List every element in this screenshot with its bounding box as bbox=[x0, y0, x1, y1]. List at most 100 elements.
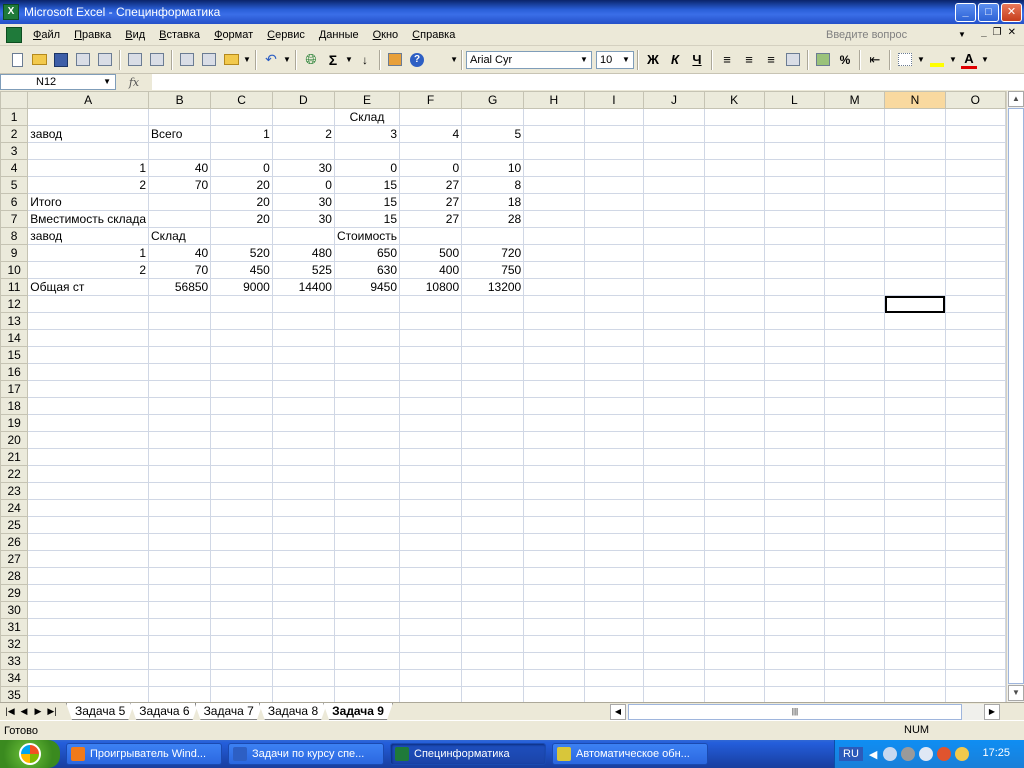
cell-m29[interactable] bbox=[823, 584, 886, 602]
cell-d34[interactable] bbox=[271, 669, 335, 687]
cell-c5[interactable]: 20 bbox=[210, 176, 273, 194]
cell-l2[interactable] bbox=[763, 125, 825, 143]
cell-i19[interactable] bbox=[583, 414, 645, 432]
menu-file[interactable]: Файл bbox=[26, 24, 67, 46]
cell-n11[interactable] bbox=[884, 278, 946, 296]
cell-c32[interactable] bbox=[210, 635, 273, 653]
cell-h20[interactable] bbox=[523, 431, 585, 449]
cell-l13[interactable] bbox=[763, 312, 825, 330]
cell-o10[interactable] bbox=[944, 261, 1006, 279]
cell-j34[interactable] bbox=[643, 669, 705, 687]
cell-e1[interactable]: Склад bbox=[333, 108, 401, 126]
cell-h32[interactable] bbox=[523, 635, 585, 653]
cell-h6[interactable] bbox=[523, 193, 585, 211]
cell-n16[interactable] bbox=[884, 363, 946, 381]
cell-f12[interactable] bbox=[399, 295, 463, 313]
row-header[interactable]: 35 bbox=[0, 686, 29, 702]
select-all-corner[interactable] bbox=[0, 91, 29, 109]
cell-n9[interactable] bbox=[884, 244, 946, 262]
cell-g14[interactable] bbox=[461, 329, 525, 347]
cell-l34[interactable] bbox=[763, 669, 825, 687]
cell-h7[interactable] bbox=[523, 210, 585, 228]
open-button[interactable] bbox=[28, 49, 50, 71]
cell-a17[interactable] bbox=[27, 380, 150, 398]
cell-g31[interactable] bbox=[461, 618, 525, 636]
cell-o17[interactable] bbox=[944, 380, 1006, 398]
cell-e31[interactable] bbox=[333, 618, 401, 636]
cell-n30[interactable] bbox=[884, 601, 946, 619]
cell-h10[interactable] bbox=[523, 261, 585, 279]
column-header-n[interactable]: N bbox=[884, 91, 946, 109]
cell-m8[interactable] bbox=[823, 227, 886, 245]
cell-o8[interactable] bbox=[944, 227, 1006, 245]
cell-a6[interactable]: Итого bbox=[27, 193, 150, 211]
row-header[interactable]: 32 bbox=[0, 635, 29, 653]
previous-sheet-icon[interactable]: ◀ bbox=[18, 706, 30, 717]
chevron-down-icon[interactable]: ▼ bbox=[103, 75, 111, 89]
cell-j23[interactable] bbox=[643, 482, 705, 500]
p-tray-icon[interactable] bbox=[901, 747, 916, 761]
cell-n1[interactable] bbox=[884, 108, 946, 126]
cell-j5[interactable] bbox=[643, 176, 705, 194]
cell-g33[interactable] bbox=[461, 652, 525, 670]
cell-m27[interactable] bbox=[823, 550, 886, 568]
cell-i21[interactable] bbox=[583, 448, 645, 466]
cell-m23[interactable] bbox=[823, 482, 886, 500]
sort-ascending-button[interactable]: ↓ bbox=[354, 49, 376, 71]
cell-j29[interactable] bbox=[643, 584, 705, 602]
browser-tray-icon[interactable] bbox=[937, 747, 952, 761]
cell-e12[interactable] bbox=[333, 295, 401, 313]
cell-a28[interactable] bbox=[27, 567, 150, 585]
cell-g7[interactable]: 28 bbox=[461, 210, 525, 228]
cell-e33[interactable] bbox=[333, 652, 401, 670]
cell-c22[interactable] bbox=[210, 465, 273, 483]
cell-k15[interactable] bbox=[703, 346, 765, 364]
cell-c19[interactable] bbox=[210, 414, 273, 432]
row-header[interactable]: 25 bbox=[0, 516, 29, 534]
cell-j32[interactable] bbox=[643, 635, 705, 653]
cell-o26[interactable] bbox=[944, 533, 1006, 551]
cell-g13[interactable] bbox=[461, 312, 525, 330]
cell-m6[interactable] bbox=[823, 193, 886, 211]
volume-icon[interactable] bbox=[919, 747, 934, 761]
cell-a35[interactable] bbox=[27, 686, 150, 702]
cell-a26[interactable] bbox=[27, 533, 150, 551]
cell-f24[interactable] bbox=[399, 499, 463, 517]
cell-b22[interactable] bbox=[148, 465, 212, 483]
cell-a20[interactable] bbox=[27, 431, 150, 449]
cell-k11[interactable] bbox=[703, 278, 765, 296]
cell-n18[interactable] bbox=[884, 397, 946, 415]
cell-d19[interactable] bbox=[271, 414, 335, 432]
display-tray-icon[interactable] bbox=[883, 747, 898, 761]
cell-g22[interactable] bbox=[461, 465, 525, 483]
cell-l32[interactable] bbox=[763, 635, 825, 653]
cell-i31[interactable] bbox=[583, 618, 645, 636]
cell-f27[interactable] bbox=[399, 550, 463, 568]
cell-o24[interactable] bbox=[944, 499, 1006, 517]
row-header[interactable]: 22 bbox=[0, 465, 29, 483]
cell-n29[interactable] bbox=[884, 584, 946, 602]
cell-g12[interactable] bbox=[461, 295, 525, 313]
cell-k18[interactable] bbox=[703, 397, 765, 415]
column-header-g[interactable]: G bbox=[461, 91, 525, 109]
cell-o14[interactable] bbox=[944, 329, 1006, 347]
cell-m11[interactable] bbox=[823, 278, 886, 296]
cell-b20[interactable] bbox=[148, 431, 212, 449]
cell-f7[interactable]: 27 bbox=[399, 210, 463, 228]
cell-h23[interactable] bbox=[523, 482, 585, 500]
cell-m15[interactable] bbox=[823, 346, 886, 364]
cell-f21[interactable] bbox=[399, 448, 463, 466]
cell-e4[interactable]: 0 bbox=[333, 159, 401, 177]
cell-l19[interactable] bbox=[763, 414, 825, 432]
menu-edit[interactable]: Правка bbox=[67, 24, 118, 46]
cell-n35[interactable] bbox=[884, 686, 946, 702]
next-sheet-icon[interactable]: ▶ bbox=[32, 706, 44, 717]
cell-k6[interactable] bbox=[703, 193, 765, 211]
cell-g8[interactable] bbox=[461, 227, 525, 245]
row-header[interactable]: 1 bbox=[0, 108, 29, 126]
cell-l27[interactable] bbox=[763, 550, 825, 568]
paste-button[interactable] bbox=[220, 49, 242, 71]
cell-a14[interactable] bbox=[27, 329, 150, 347]
cell-o11[interactable] bbox=[944, 278, 1006, 296]
cell-d28[interactable] bbox=[271, 567, 335, 585]
